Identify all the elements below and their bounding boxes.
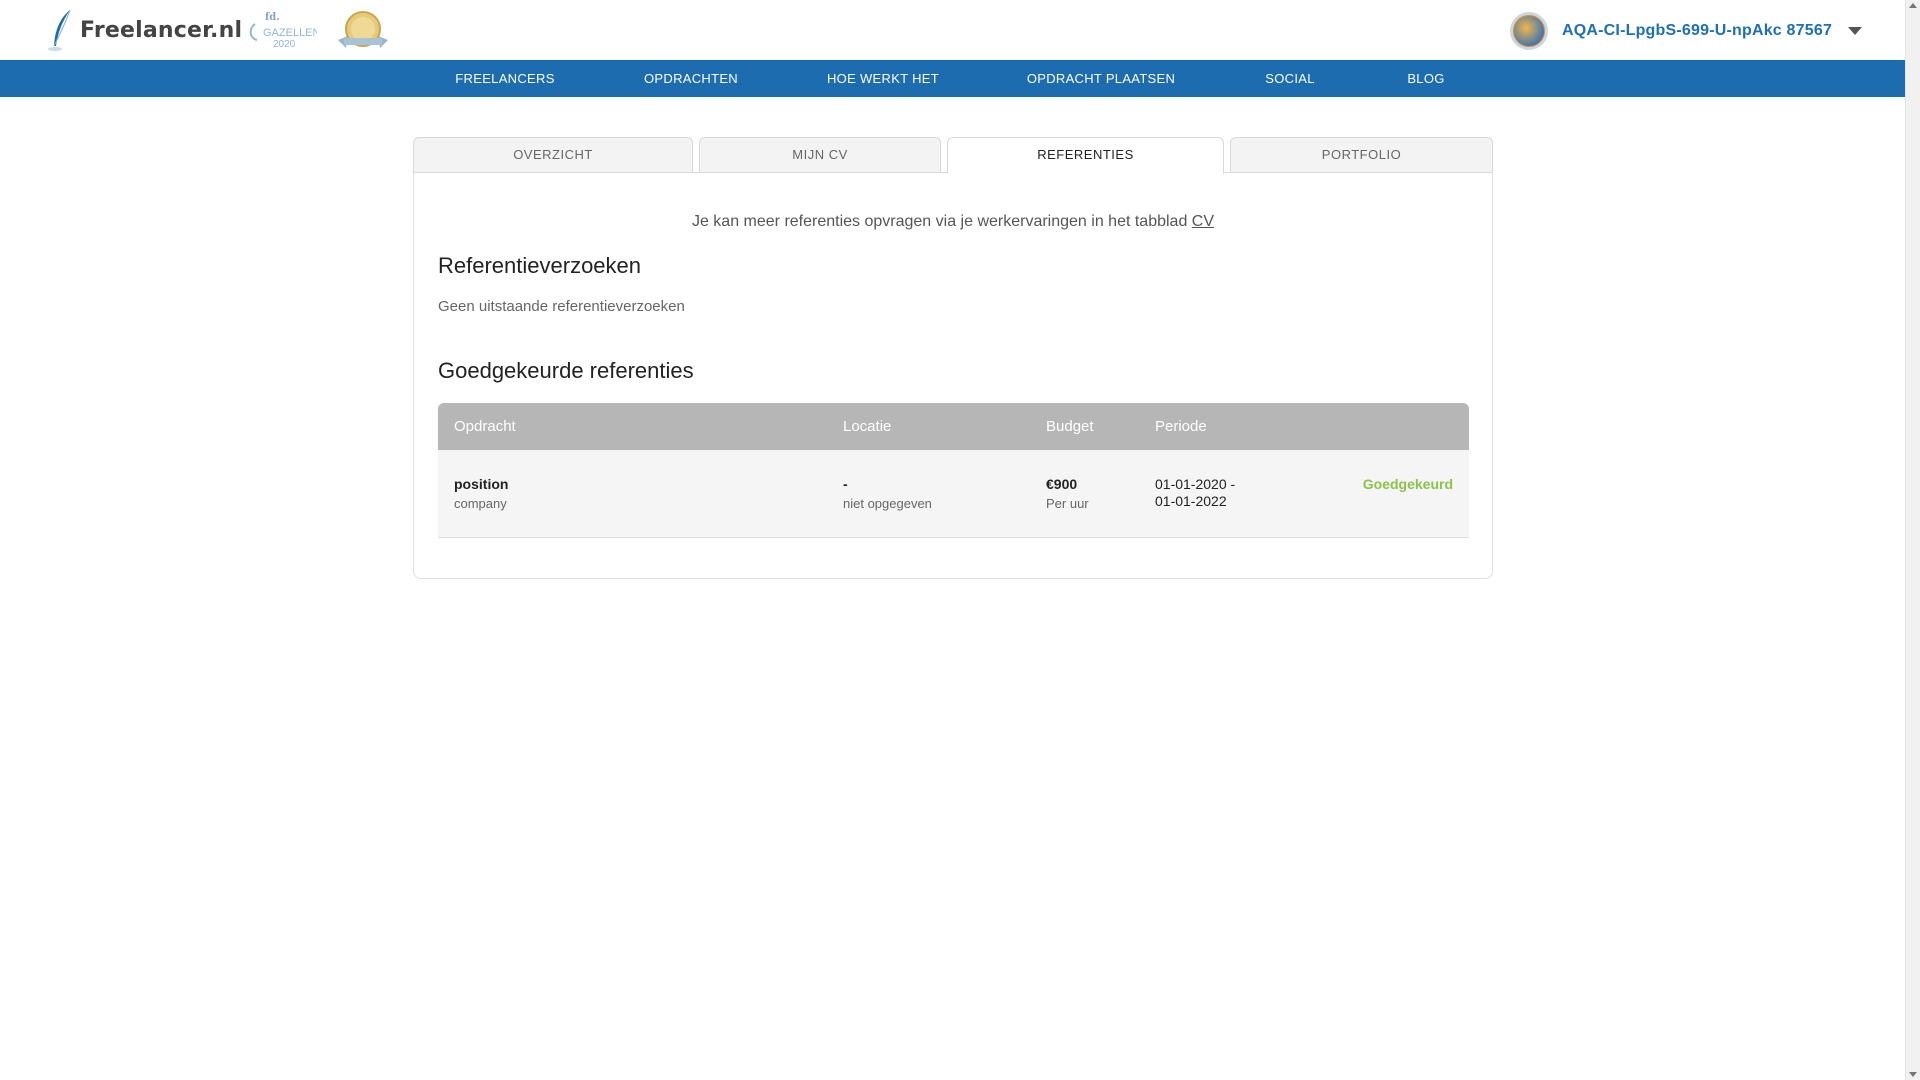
nav-item-opdrachten[interactable]: OPDRACHTEN [644, 60, 738, 97]
feather-icon [48, 9, 71, 51]
freelancer-logo[interactable]: Freelancer.nl [46, 8, 242, 52]
status-badge: Goedgekeurd [1362, 476, 1453, 492]
nav-item-freelancers[interactable]: FREELANCERS [455, 60, 554, 97]
fd-gazellen-badge: fd. GAZELLEN 2020 [249, 12, 317, 50]
approved-heading: Goedgekeurde referenties [438, 358, 694, 383]
row-budget-sub: Per uur [1046, 496, 1089, 511]
requests-heading: Referentieverzoeken [438, 253, 642, 278]
row-period-end: 01-01-2022 [1155, 493, 1227, 509]
scroll-up-icon[interactable] [1909, 3, 1917, 8]
svg-text:fd.: fd. [265, 12, 280, 23]
avatar[interactable] [1510, 12, 1548, 50]
tab-referenties[interactable]: REFERENTIES [947, 137, 1224, 174]
table-row[interactable]: position company - niet opgegeven €900 P… [438, 450, 1469, 538]
award-medal-icon [338, 11, 388, 48]
logo-text: Freelancer.nl [80, 17, 243, 43]
main-nav: FREELANCERS OPDRACHTEN HOE WERKT HET OPD… [0, 60, 1905, 97]
table-header: Opdracht Locatie Budget Periode [438, 403, 1469, 450]
row-period-start: 01-01-2020 - [1155, 476, 1236, 492]
nav-item-social[interactable]: SOCIAL [1265, 60, 1314, 97]
badge-text: GAZELLEN [263, 27, 317, 39]
cv-tab-link[interactable]: CV [1192, 213, 1214, 230]
avatar-image [1514, 16, 1544, 46]
badge-year: 2020 [273, 39, 296, 50]
column-header-budget: Budget [1046, 418, 1094, 435]
site-header: Freelancer.nl fd. GAZELLEN 2020 AQA-CI-L… [0, 0, 1905, 60]
page-scrollbar[interactable] [1905, 0, 1920, 1080]
nav-item-blog[interactable]: BLOG [1407, 60, 1444, 97]
column-header-locatie: Locatie [843, 418, 892, 435]
row-position: position [454, 476, 509, 492]
username[interactable]: AQA-CI-LpgbS-699-U-npAkc 87567 [1562, 22, 1832, 40]
references-table: Opdracht Locatie Budget Periode position… [438, 403, 1469, 538]
row-budget: €900 [1046, 476, 1078, 492]
tab-portfolio[interactable]: PORTFOLIO [1230, 137, 1493, 173]
references-panel: Je kan meer referenties opvragen via je … [413, 172, 1493, 579]
info-message: Je kan meer referenties opvragen via je … [691, 213, 1188, 230]
tab-mijn-cv[interactable]: MIJN CV [699, 137, 941, 173]
column-header-periode: Periode [1155, 418, 1207, 435]
requests-empty-message: Geen uitstaande referentieverzoeken [438, 298, 685, 315]
nav-item-opdracht-plaatsen[interactable]: OPDRACHT PLAATSEN [1027, 60, 1175, 97]
nav-item-hoe-werkt-het[interactable]: HOE WERKT HET [827, 60, 939, 97]
scroll-down-icon[interactable] [1909, 1072, 1917, 1077]
chevron-down-icon[interactable] [1848, 27, 1863, 35]
tab-overzicht[interactable]: OVERZICHT [413, 137, 693, 173]
row-location: - [843, 476, 848, 492]
column-header-opdracht: Opdracht [454, 418, 516, 435]
user-menu[interactable]: AQA-CI-LpgbS-699-U-npAkc 87567 [1510, 12, 1863, 50]
row-location-sub: niet opgegeven [843, 496, 932, 511]
info-text: Je kan meer referenties opvragen via je … [414, 213, 1492, 231]
row-company: company [454, 496, 507, 511]
